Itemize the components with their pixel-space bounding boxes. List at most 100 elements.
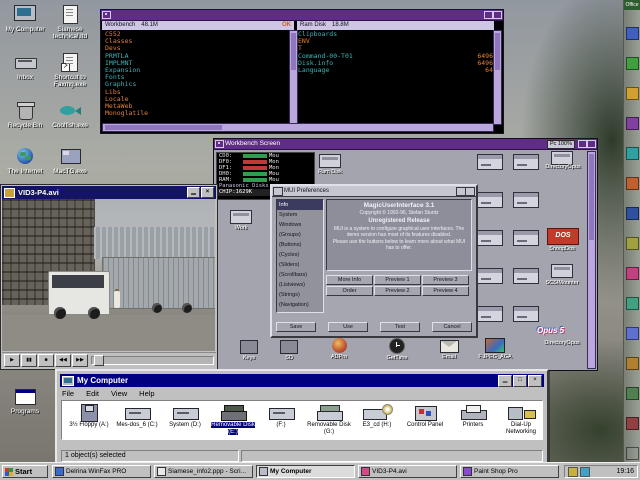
workbench-file-list[interactable]: C552 Classes Devs PRMTLA IMPLMNT Expansi… <box>105 31 285 124</box>
pause-button[interactable]: ▮▮ <box>21 354 37 367</box>
office-icon[interactable] <box>626 387 639 400</box>
menu-view[interactable]: View <box>111 389 127 398</box>
task-paintshop[interactable]: Paint Shop Pro <box>460 465 559 478</box>
seek-slider[interactable] <box>91 356 214 365</box>
scsimounter-icon[interactable] <box>551 264 573 278</box>
cancel-button[interactable]: Cancel <box>432 322 472 332</box>
workbench-dir-header[interactable]: Workbench 48.1M OK <box>102 21 294 30</box>
ramdisk-header[interactable]: Ram Disk 18.8M <box>297 21 494 30</box>
mui-page-list[interactable]: Info System Windows (Groups) (Buttons) (… <box>276 199 324 313</box>
desktop-icon-mactg[interactable]: MacTG.exe <box>48 146 92 175</box>
ramdisk-file-list[interactable]: Clipboards ENV T Command-00-T016496 Disk… <box>298 31 493 124</box>
page-item[interactable]: (Listviews) <box>277 280 323 290</box>
use-button[interactable]: Use <box>328 322 368 332</box>
desktop-icon-inbox[interactable]: Inbox <box>3 52 47 81</box>
task-my-computer[interactable]: My Computer <box>256 465 355 478</box>
zoom-gadget-icon[interactable] <box>578 140 587 148</box>
office-icon[interactable] <box>626 417 639 430</box>
close-gadget-icon[interactable] <box>273 187 283 196</box>
office-icon[interactable] <box>626 297 639 310</box>
minimize-button[interactable]: ▁ <box>498 375 512 387</box>
play-button[interactable]: ▶ <box>4 354 20 367</box>
mui-titlebar[interactable]: MUI Preferences <box>272 186 476 197</box>
office-icon[interactable] <box>626 447 639 460</box>
maximize-button[interactable]: □ <box>513 375 527 387</box>
drive-icon[interactable] <box>477 230 503 246</box>
volume-icon[interactable] <box>568 467 578 477</box>
keys-icon[interactable]: Keys <box>227 340 271 361</box>
file-entry[interactable]: Monoglatile <box>105 110 285 117</box>
office-icon[interactable] <box>626 237 639 250</box>
file-entry[interactable]: Devs <box>105 45 285 52</box>
desktop-icon-recycle-bin[interactable]: Recycle Bin <box>3 100 47 129</box>
drive-item-g[interactable]: Removable Disk (G:) <box>306 403 352 435</box>
printers-item[interactable]: Printers <box>450 403 496 429</box>
test-button[interactable]: Test <box>380 322 420 332</box>
preview1-button[interactable]: Preview 1 <box>374 275 421 285</box>
page-item[interactable]: (Groups) <box>277 230 323 240</box>
workbench-titlebar[interactable] <box>101 10 503 21</box>
scrollbar-vertical[interactable] <box>587 151 596 369</box>
drive-icon[interactable] <box>513 192 539 208</box>
save-button[interactable]: Save <box>276 322 316 332</box>
opus5-logo[interactable]: Opus 5 <box>537 326 564 335</box>
close-button[interactable]: × <box>528 375 542 387</box>
rewind-button[interactable]: ◀◀ <box>55 354 71 367</box>
depth-gadget-icon[interactable] <box>493 11 502 19</box>
adpro-icon[interactable]: ADPro <box>317 338 361 360</box>
page-item[interactable]: (Navigation) <box>277 300 323 310</box>
file-entry[interactable]: Libs <box>105 89 285 96</box>
office-icon[interactable] <box>626 267 639 280</box>
desktop-icon-siamese[interactable]: Siamese technical.ltd <box>48 4 92 40</box>
menu-help[interactable]: Help <box>139 389 154 398</box>
ramdisk-desk-icon[interactable]: Ram Disk <box>308 154 352 175</box>
preview3-button[interactable]: Preview 3 <box>422 275 469 285</box>
control-panel-item[interactable]: Control Panel <box>402 403 448 429</box>
page-item[interactable]: (Cycles) <box>277 250 323 260</box>
page-item[interactable]: (Sliders) <box>277 260 323 270</box>
office-icon[interactable] <box>626 207 639 220</box>
forward-button[interactable]: ▶▶ <box>72 354 88 367</box>
desktop-icon-faxmg-shortcut[interactable]: Shortcut to Faxmg.exe <box>48 52 92 88</box>
depth-gadget-icon[interactable] <box>587 140 596 148</box>
drive-item-floppy-a[interactable]: 3½ Floppy (A:) <box>66 403 112 429</box>
file-entry[interactable]: Locale <box>105 96 285 103</box>
desktop-icon-programs[interactable]: Programs <box>3 386 47 415</box>
scrollbar-vertical[interactable] <box>289 30 298 125</box>
zoom-gadget-icon[interactable] <box>484 11 493 19</box>
desktop-icon-my-computer[interactable]: My Computer <box>3 4 47 33</box>
dialup-item[interactable]: Dial-Up Networking <box>498 403 544 435</box>
office-icon[interactable] <box>626 327 639 340</box>
minimize-button[interactable]: ▁ <box>187 187 200 198</box>
file-entry[interactable]: Language <box>298 67 329 74</box>
drive-item-f[interactable]: (F:) <box>258 403 304 429</box>
office-icon[interactable] <box>626 87 639 100</box>
modem-icon[interactable] <box>580 467 590 477</box>
office-icon[interactable] <box>626 177 639 190</box>
workbench-screen-titlebar[interactable]: Workbench Screen Pc 100% <box>214 139 597 150</box>
menu-file[interactable]: File <box>62 389 74 398</box>
work-desk-icon[interactable]: Work <box>219 210 263 231</box>
office-icon[interactable] <box>626 357 639 370</box>
office-icon[interactable] <box>626 147 639 160</box>
scrollbar-horizontal[interactable] <box>102 123 494 132</box>
task-winfax[interactable]: Delrina WinFax PRO <box>52 465 151 478</box>
office-icon[interactable] <box>626 27 639 40</box>
start-button[interactable]: Start <box>2 465 48 478</box>
preview2-button[interactable]: Preview 2 <box>374 286 421 296</box>
more-info-button[interactable]: More Info <box>326 275 373 285</box>
order-button[interactable]: Order <box>326 286 373 296</box>
drive-item-h-cd[interactable]: E3_cd (H:) <box>354 403 400 429</box>
sd-icon[interactable]: SD <box>267 340 311 361</box>
video-titlebar[interactable]: VID3-P4.avi ▁ × <box>2 186 216 199</box>
close-button[interactable]: × <box>201 187 214 198</box>
office-icon[interactable] <box>626 117 639 130</box>
desktop-icon-coolfish[interactable]: Coolfish.exe <box>48 100 92 129</box>
drive-icon[interactable] <box>477 268 503 284</box>
drive-item-c[interactable]: Mes-dos_6 (C:) <box>114 403 160 429</box>
drive-icon[interactable] <box>513 230 539 246</box>
gettime-icon[interactable]: GetTime <box>375 338 419 361</box>
file-entry[interactable]: C552 <box>105 31 285 38</box>
drive-item-e-selected[interactable]: Removable Disk (E:) <box>210 403 256 435</box>
scrollbar-vertical[interactable] <box>493 30 502 125</box>
